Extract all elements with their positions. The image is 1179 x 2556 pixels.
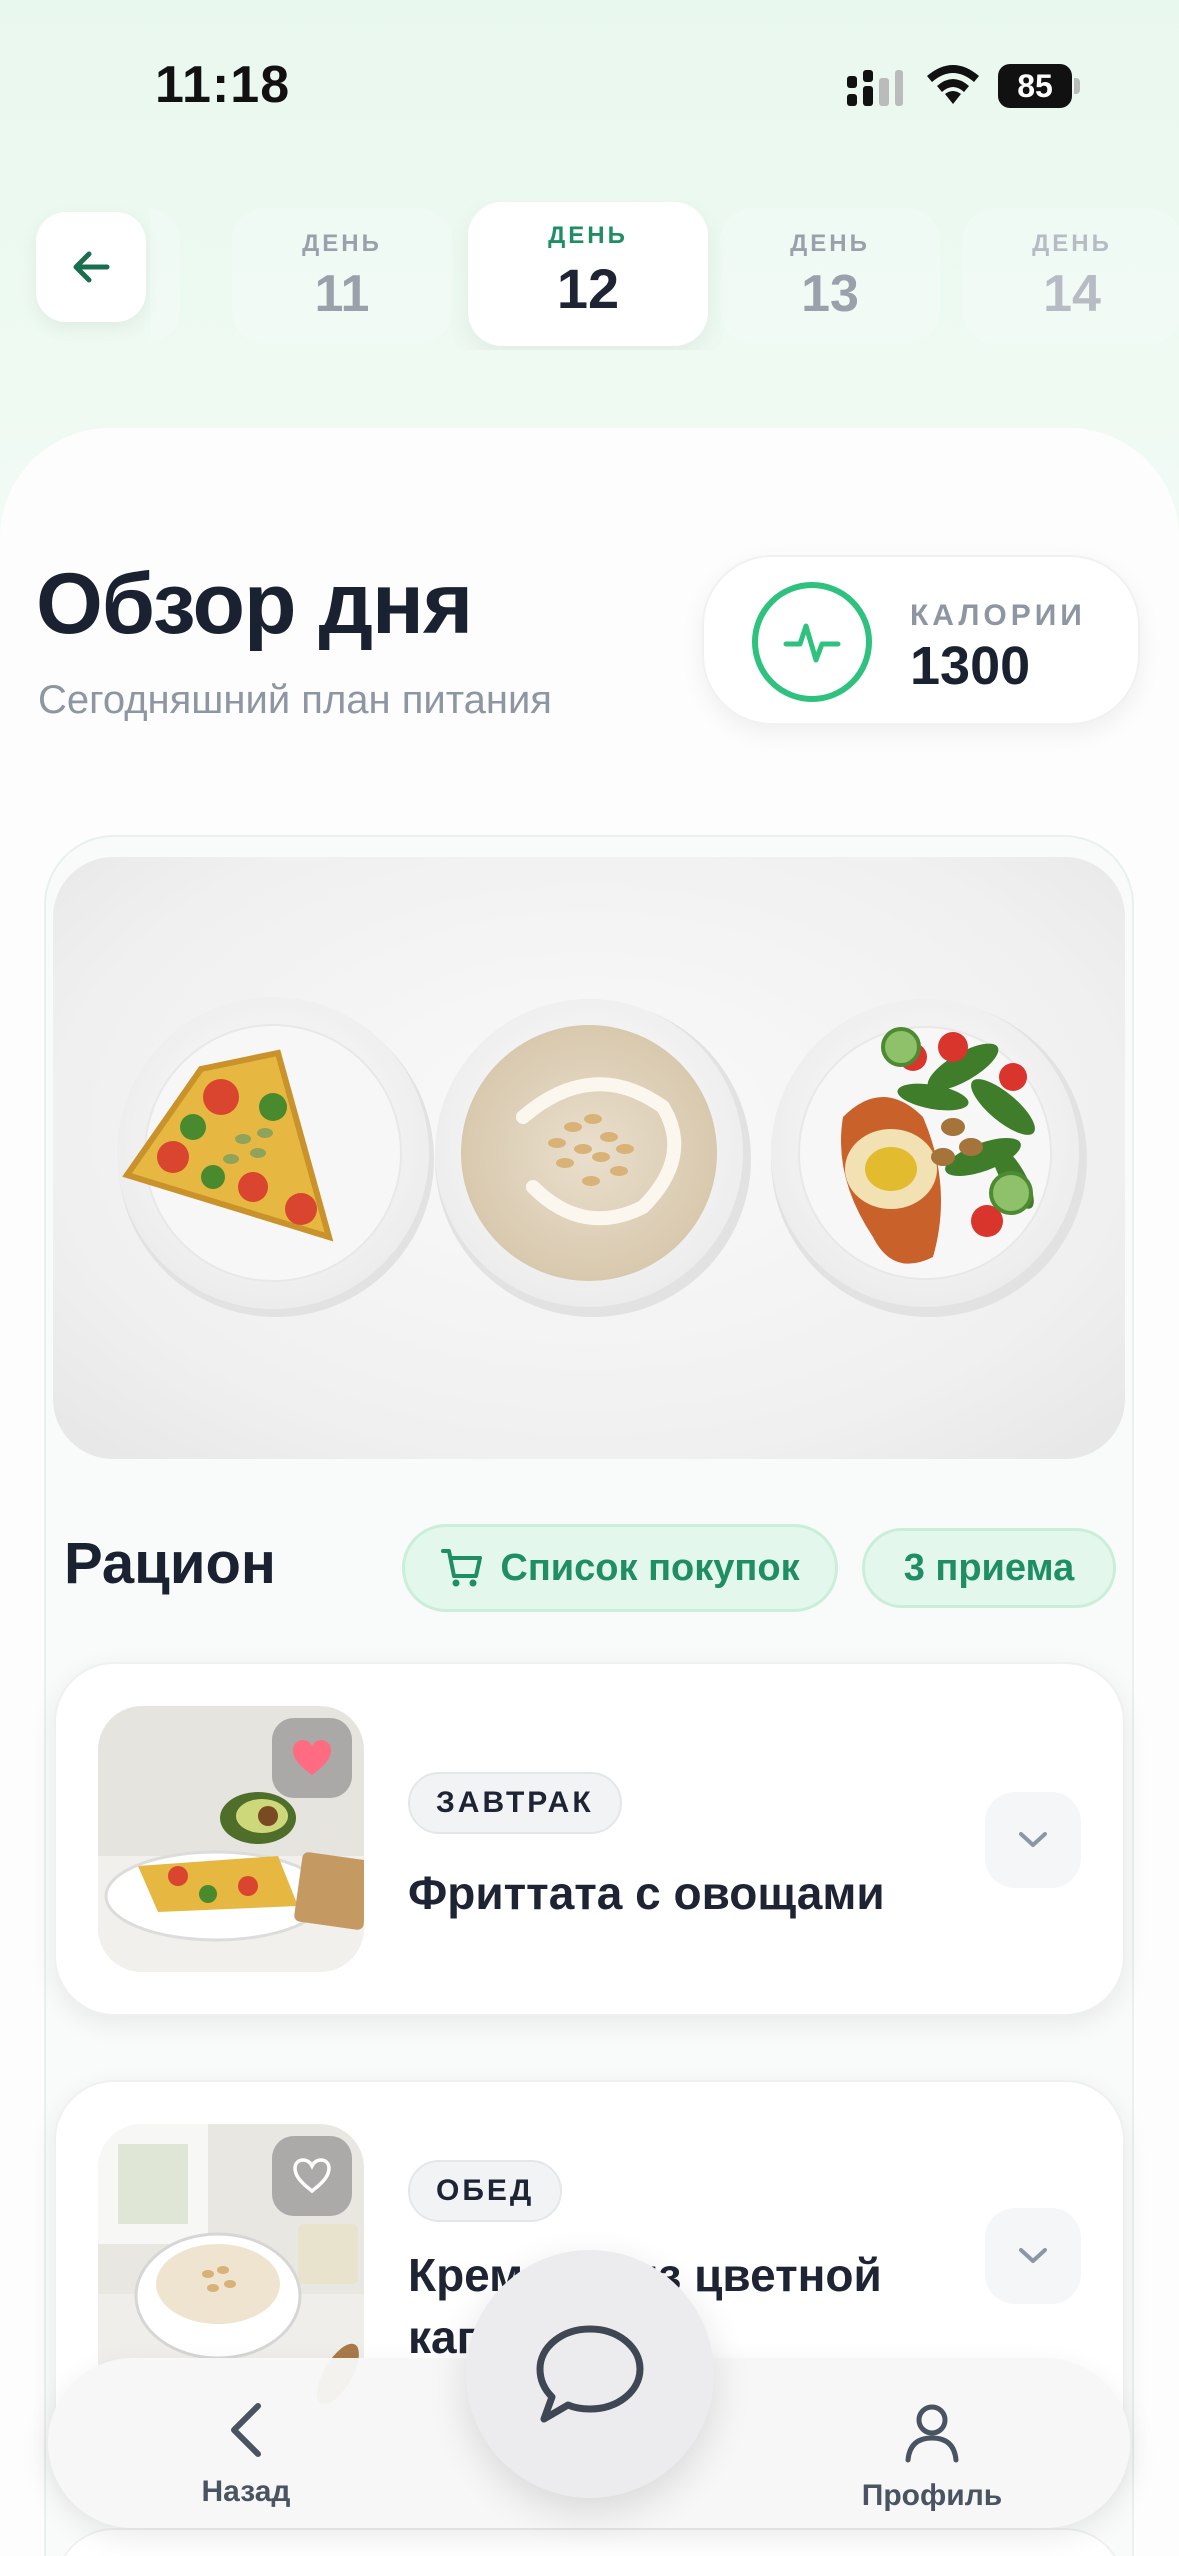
heart-filled-icon [293, 1740, 331, 1775]
expand-meal-button[interactable] [985, 1792, 1081, 1888]
shopping-cart-icon [441, 1549, 483, 1587]
page-title: Обзор дня [36, 556, 473, 652]
status-time: 11:18 [155, 56, 291, 114]
day-label: ДЕНЬ [548, 222, 628, 249]
meal-card-peek [54, 2528, 1125, 2556]
nav-back-button[interactable]: Назад [146, 2400, 346, 2509]
day-tab-11[interactable]: ДЕНЬ 11 [232, 208, 452, 344]
battery-level: 85 [998, 64, 1072, 108]
day-tab-12-active[interactable]: ДЕНЬ 12 [468, 202, 708, 346]
nav-profile-button[interactable]: Профиль [832, 2400, 1032, 2513]
day-number: 11 [314, 265, 370, 323]
meals-count-badge: 3 приема [862, 1528, 1116, 1608]
user-icon [905, 2404, 959, 2463]
day-label: ДЕНЬ [1032, 230, 1112, 257]
cellular-signal-icon [847, 70, 903, 106]
day-tab-10-partial[interactable] [150, 208, 180, 344]
arrow-left-icon [73, 251, 110, 283]
day-label: ДЕНЬ [790, 230, 870, 257]
day-number: 14 [1043, 265, 1101, 323]
wifi-icon [927, 65, 979, 104]
shopping-list-button[interactable]: Список покупок [402, 1524, 838, 1612]
status-bar: 11:18 85 [0, 0, 1179, 170]
calories-card: КАЛОРИИ 1300 [702, 555, 1140, 725]
favorite-button[interactable] [272, 2136, 352, 2216]
nav-back-label: Назад [201, 2475, 291, 2508]
ration-title: Рацион [64, 1531, 276, 1596]
day-number: 13 [801, 265, 859, 323]
day-tab-14[interactable]: ДЕНЬ 14 [962, 208, 1179, 344]
meal-card-breakfast[interactable]: ЗАВТРАК Фриттата с овощами [54, 1662, 1125, 2016]
heart-outline-icon [293, 2158, 331, 2194]
shopping-list-label: Список покупок [500, 1546, 800, 1589]
nav-profile-label: Профиль [861, 2479, 1003, 2512]
battery-icon: 85 [998, 64, 1080, 108]
meal-tag-breakfast: ЗАВТРАК [408, 1772, 622, 1834]
calories-label: КАЛОРИИ [910, 599, 1086, 632]
meal-tag-lunch: ОБЕД [408, 2160, 563, 2222]
back-arrow-button[interactable] [36, 212, 146, 322]
day-tab-13[interactable]: ДЕНЬ 13 [720, 208, 940, 344]
chat-button[interactable] [466, 2250, 714, 2498]
chevron-down-icon [1019, 2248, 1047, 2263]
day-selector: ДЕНЬ 11 ДЕНЬ 12 ДЕНЬ 13 ДЕНЬ 14 [150, 200, 1179, 350]
calories-value: 1300 [910, 636, 1031, 696]
favorite-button[interactable] [272, 1718, 352, 1798]
chevron-down-icon [1019, 1832, 1047, 1847]
activity-pulse-icon [752, 582, 872, 702]
meal-name: Фриттата с овощами [408, 1867, 885, 1919]
day-meals-hero-image [53, 857, 1125, 1459]
day-number: 12 [556, 257, 620, 320]
page-subtitle: Сегодняшний план питания [38, 678, 552, 722]
chat-bubble-icon [536, 2325, 644, 2423]
expand-meal-button[interactable] [985, 2208, 1081, 2304]
chevron-left-icon [231, 2403, 261, 2457]
day-label: ДЕНЬ [302, 230, 382, 257]
